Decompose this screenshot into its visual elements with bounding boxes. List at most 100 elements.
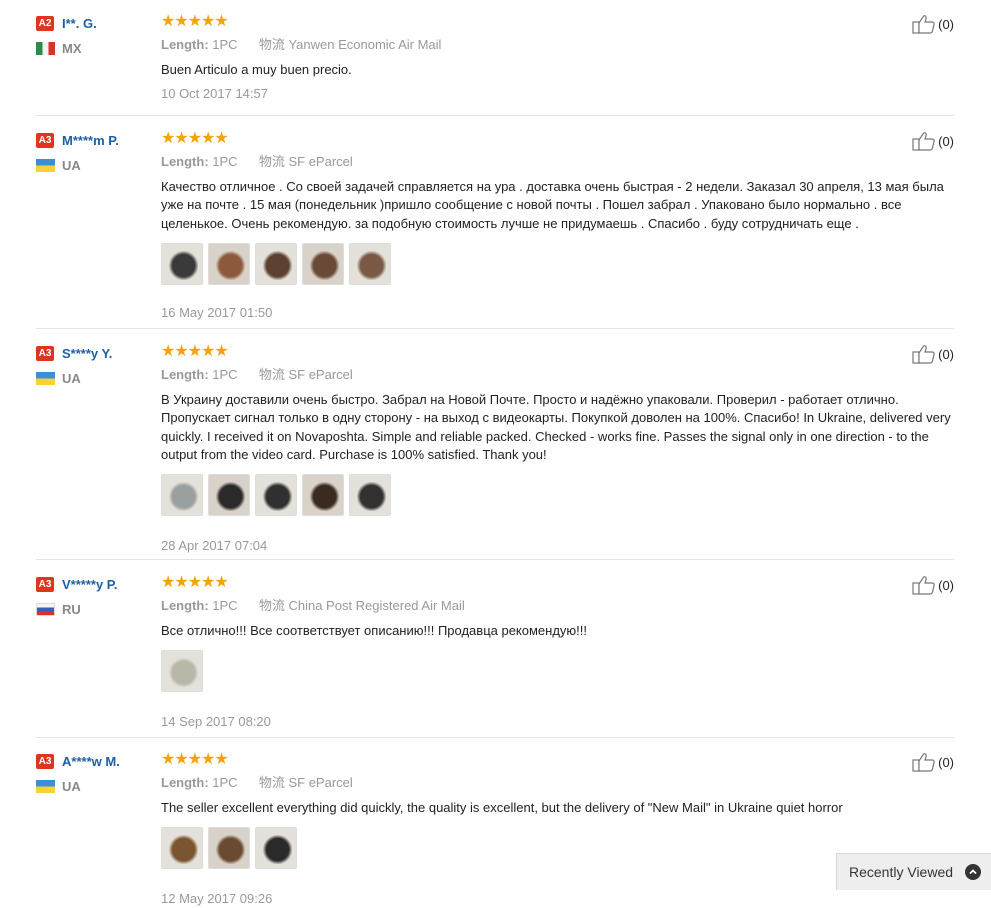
buyer-level-badge: A3: [36, 753, 54, 769]
length-label: Length:: [161, 154, 209, 169]
shipping-method: SF eParcel: [288, 775, 353, 790]
star-rating: ★★★★★: [161, 130, 229, 147]
country-flag-icon: [36, 371, 55, 385]
shipping-method: Yanwen Economic Air Mail: [288, 37, 442, 52]
reviewer-info: A3 V*****y P. RU: [36, 575, 156, 617]
review-photo-thumbnail[interactable]: [255, 474, 297, 517]
helpful-button[interactable]: (0): [912, 131, 954, 151]
thumbs-up-icon: [912, 345, 935, 364]
country-flag-icon: [36, 779, 55, 793]
review-photo-thumbnail[interactable]: [349, 474, 391, 517]
star-rating: ★★★★★: [161, 574, 229, 591]
reviewer-name[interactable]: M****m P.: [62, 133, 119, 148]
photo-image: [213, 479, 245, 512]
photo-image: [166, 247, 198, 280]
reviewer-name[interactable]: I**. G.: [62, 16, 97, 31]
chevron-up-icon: [965, 864, 982, 880]
recently-viewed-bar[interactable]: Recently Viewed: [836, 853, 991, 890]
review-photo-thumbnail[interactable]: [161, 650, 203, 693]
review-content: ★★★★★ Length: 1PC 物流 China Post Register…: [161, 575, 861, 731]
reviewer-name[interactable]: A****w M.: [62, 754, 120, 769]
review-photo-thumbnail[interactable]: [161, 242, 203, 285]
review-content: ★★★★★ Length: 1PC 物流 SF eParcel В Украин…: [161, 344, 951, 555]
shipping-label: 物流: [258, 775, 285, 790]
review-date: 14 Sep 2017 08:20: [161, 714, 271, 730]
photo-image: [166, 832, 198, 865]
thumbs-up-icon: [912, 753, 935, 772]
country-flag-icon: [36, 158, 55, 172]
review-date: 12 May 2017 09:26: [161, 891, 273, 907]
buyer-level-badge: A2: [36, 15, 54, 31]
review-photo-thumbnail[interactable]: [161, 827, 203, 870]
order-info: Length: 1PC 物流 SF eParcel: [161, 153, 861, 171]
review-date: 16 May 2017 01:50: [161, 304, 273, 320]
reviewer-info: A3 M****m P. UA: [36, 131, 156, 173]
quantity-value: 1PC: [212, 37, 238, 52]
helpful-count: (0): [938, 754, 954, 770]
buyer-level-badge: A3: [36, 345, 54, 361]
length-label: Length:: [161, 37, 209, 52]
quantity-value: 1PC: [212, 775, 238, 790]
review-photo-thumbnail[interactable]: [255, 827, 297, 870]
review-photo-thumbnail[interactable]: [208, 827, 250, 870]
shipping-label: 物流: [258, 598, 285, 613]
thumbs-up-icon: [912, 15, 935, 34]
review-text: The seller excellent everything did quic…: [161, 800, 843, 815]
helpful-count: (0): [938, 577, 954, 593]
photo-image: [354, 479, 386, 512]
review-date: 28 Apr 2017 07:04: [161, 538, 268, 554]
length-label: Length:: [161, 598, 209, 613]
order-info: Length: 1PC 物流 SF eParcel: [161, 774, 861, 792]
photo-image: [260, 247, 292, 280]
photo-image: [260, 479, 292, 512]
review-text: В Украину доставили очень быстро. Забрал…: [161, 392, 951, 462]
shipping-label: 物流: [258, 37, 285, 52]
review-date: 10 Oct 2017 14:57: [161, 86, 268, 102]
review-text: Качество отличное . Со своей задачей спр…: [161, 179, 944, 231]
order-info: Length: 1PC 物流 Yanwen Economic Air Mail: [161, 36, 861, 54]
reviewer-name[interactable]: S****y Y.: [62, 346, 112, 361]
review-item: A3 V*****y P. RU ★★★★★ Length: 1PC 物流 Ch…: [36, 575, 954, 738]
review-photos: [161, 827, 861, 870]
photo-image: [166, 479, 198, 512]
shipping-method: China Post Registered Air Mail: [288, 598, 465, 613]
review-photos: [161, 650, 861, 693]
review-item: A3 A****w M. UA ★★★★★ Length: 1PC 物流 SF …: [36, 752, 954, 906]
reviewer-info: A3 A****w M. UA: [36, 752, 156, 794]
review-photo-thumbnail[interactable]: [255, 242, 297, 285]
photo-image: [307, 247, 339, 280]
helpful-button[interactable]: (0): [912, 344, 954, 364]
reviewer-info: A2 I**. G. MX: [36, 14, 156, 56]
review-item: A3 S****y Y. UA ★★★★★ Length: 1PC 物流 SF …: [36, 344, 954, 560]
helpful-count: (0): [938, 346, 954, 362]
review-photo-thumbnail[interactable]: [302, 242, 344, 285]
photo-image: [166, 655, 198, 688]
quantity-value: 1PC: [212, 598, 238, 613]
review-photo-thumbnail[interactable]: [208, 474, 250, 517]
review-photo-thumbnail[interactable]: [302, 474, 344, 517]
shipping-method: SF eParcel: [288, 154, 353, 169]
country-flag-icon: [36, 602, 55, 616]
review-photo-thumbnail[interactable]: [349, 242, 391, 285]
review-photo-thumbnail[interactable]: [208, 242, 250, 285]
review-text: Все отлично!!! Все соответствует описани…: [161, 623, 588, 638]
country-flag-icon: [36, 41, 55, 55]
star-rating: ★★★★★: [161, 751, 229, 768]
star-rating: ★★★★★: [161, 13, 229, 30]
shipping-label: 物流: [258, 154, 285, 169]
length-label: Length:: [161, 367, 209, 382]
helpful-count: (0): [938, 16, 954, 32]
helpful-button[interactable]: (0): [912, 752, 954, 772]
helpful-button[interactable]: (0): [912, 14, 954, 34]
helpful-button[interactable]: (0): [912, 575, 954, 595]
review-content: ★★★★★ Length: 1PC 物流 SF eParcel The sell…: [161, 752, 861, 908]
reviewer-name[interactable]: V*****y P.: [62, 577, 117, 592]
review-content: ★★★★★ Length: 1PC 物流 SF eParcel Качество…: [161, 130, 944, 322]
photo-image: [213, 247, 245, 280]
review-photos: [161, 242, 861, 285]
quantity-value: 1PC: [212, 154, 238, 169]
helpful-count: (0): [938, 133, 954, 149]
review-content: ★★★★★ Length: 1PC 物流 Yanwen Economic Air…: [161, 14, 861, 103]
quantity-value: 1PC: [212, 367, 238, 382]
review-photo-thumbnail[interactable]: [161, 474, 203, 517]
